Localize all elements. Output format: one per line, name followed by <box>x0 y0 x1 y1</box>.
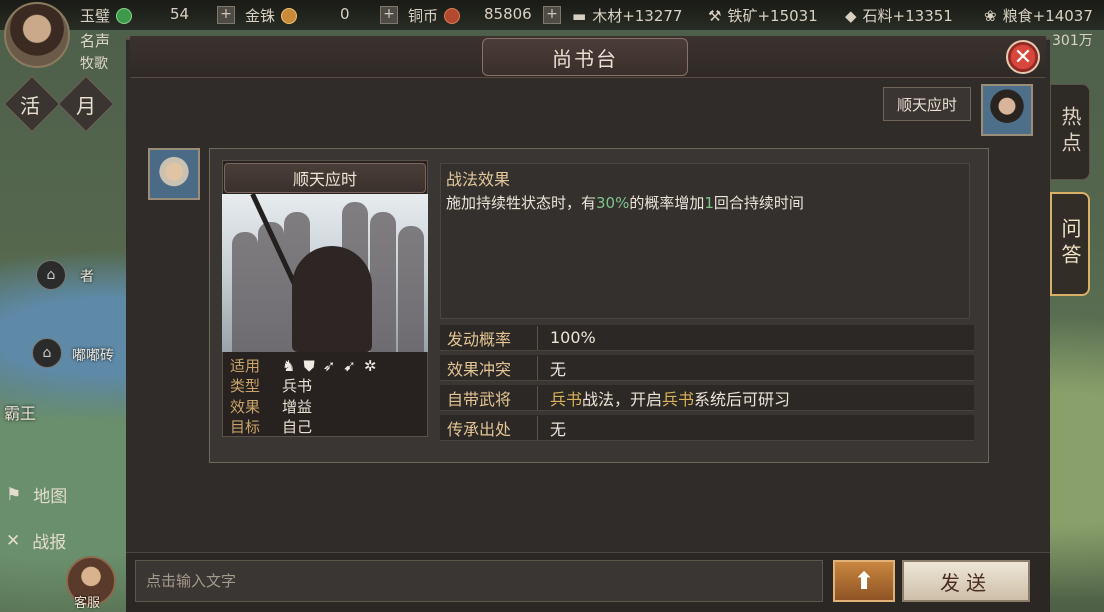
left-tab-2-label: 月 <box>76 94 96 118</box>
shield-icon: ⛊ <box>303 356 315 375</box>
copper-resource: 铜币 <box>408 5 461 26</box>
spear-icon: ➹ <box>343 356 356 375</box>
grain-icon: ❀ <box>984 6 997 25</box>
left-tab-1-label: 活 <box>20 94 40 118</box>
gold-label: 金铢 <box>245 7 276 25</box>
menu-report-label: 战报 <box>32 533 67 553</box>
jade-resource: 玉璧 <box>80 5 133 26</box>
advisor-portrait <box>148 148 200 200</box>
close-button[interactable]: ✕ <box>1006 40 1040 74</box>
row-inheritance-source: 传承出处 无 <box>440 415 974 441</box>
player-title: 名声 <box>80 32 111 50</box>
copper-value: 85806 <box>484 5 532 23</box>
menu-report-button[interactable]: ✕ 战报 <box>6 528 67 554</box>
gold-resource: 金铢 <box>245 5 298 26</box>
tab-hot[interactable]: 热点 <box>1050 84 1090 180</box>
wood-icon: ▬ <box>572 6 587 25</box>
copper-coin-icon <box>444 7 461 24</box>
add-gold-button[interactable]: + <box>217 6 235 24</box>
copper-label: 铜币 <box>408 7 439 25</box>
jade-value: 54 <box>170 5 190 23</box>
jade-icon <box>116 7 133 24</box>
attr-row-applicable: 适用 ♞ ⛊ ➶ ➹ ✲ <box>230 355 377 376</box>
jade-label: 玉璧 <box>80 7 111 25</box>
city-icon[interactable]: ⌂ <box>36 260 66 290</box>
effect-description: 施加持续牲状态时，有30%的概率增加1回合持续时间 <box>446 194 804 212</box>
menu-map-label: 地图 <box>33 487 68 507</box>
cavalry-icon: ♞ <box>282 356 296 375</box>
gold-value: 0 <box>340 5 350 23</box>
arrow-up-icon: ⬆ <box>853 567 875 595</box>
iron-icon: ⚒ <box>708 6 722 25</box>
bow-icon: ➶ <box>322 356 336 375</box>
map-label-3: 霸王 <box>4 404 37 423</box>
wood-resource: ▬ 木材+13277 <box>572 6 683 26</box>
tab-qa[interactable]: 问答 <box>1050 192 1090 296</box>
map-pin-icon: ⚑ <box>6 484 22 505</box>
crossed-swords-icon: ✕ <box>6 530 21 551</box>
skill-name: 顺天应时 <box>224 163 426 193</box>
effect-title: 战法效果 <box>446 170 511 189</box>
skill-artwork <box>222 194 428 352</box>
tab-hot-label: 热点 <box>1058 106 1082 158</box>
resource-bar: 玉璧 54 + 金铢 0 + 铜币 85806 + ▬ 木材+13277 ⚒ 铁… <box>0 0 1104 30</box>
player-name: 牧歌 <box>80 56 108 72</box>
add-resource-button[interactable]: + <box>543 6 561 24</box>
stone-resource: ◆ 石料+13351 <box>845 6 953 26</box>
map-label-2: 嘟嘟砖 <box>72 348 114 364</box>
grain-capacity: 301万 <box>1052 33 1093 49</box>
tab-qa-label: 问答 <box>1058 218 1082 270</box>
iron-resource: ⚒ 铁矿+15031 <box>708 6 818 26</box>
row-trigger-rate: 发动概率 100% <box>440 325 974 351</box>
wheel-icon: ✲ <box>363 356 377 375</box>
effect-box <box>440 163 970 319</box>
map-label-1: 者 <box>80 269 94 285</box>
attr-row-effect: 效果 增益 <box>230 398 313 416</box>
add-copper-button[interactable]: + <box>380 6 398 24</box>
attr-row-type: 类型 兵书 <box>230 377 313 395</box>
menu-map-button[interactable]: ⚑ 地图 <box>6 482 68 508</box>
customer-service-label: 客服 <box>74 596 101 611</box>
chat-text-input[interactable] <box>146 572 822 590</box>
scroll-up-button[interactable]: ⬆ <box>833 560 895 602</box>
speaker-bubble: 顺天应时 <box>883 87 971 121</box>
stone-icon: ◆ <box>845 6 857 25</box>
gold-coin-icon <box>281 7 298 24</box>
grain-resource: ❀ 粮食+14037 <box>984 6 1093 26</box>
row-effect-conflict: 效果冲突 无 <box>440 355 974 381</box>
player-avatar[interactable] <box>4 2 70 68</box>
send-button[interactable]: 发送 <box>902 560 1030 602</box>
modal-title: 尚书台 <box>482 38 688 76</box>
chat-input-field[interactable] <box>135 560 823 602</box>
troop-type-icons: ♞ ⛊ ➶ ➹ ✲ <box>282 355 376 376</box>
row-native-general: 自带武将 兵书战法，开启兵书系统后可研习 <box>440 385 974 411</box>
city-icon-2[interactable]: ⌂ <box>32 338 62 368</box>
close-icon: ✕ <box>1013 44 1033 70</box>
attr-row-target: 目标 自己 <box>230 418 313 436</box>
user-portrait <box>981 84 1033 136</box>
